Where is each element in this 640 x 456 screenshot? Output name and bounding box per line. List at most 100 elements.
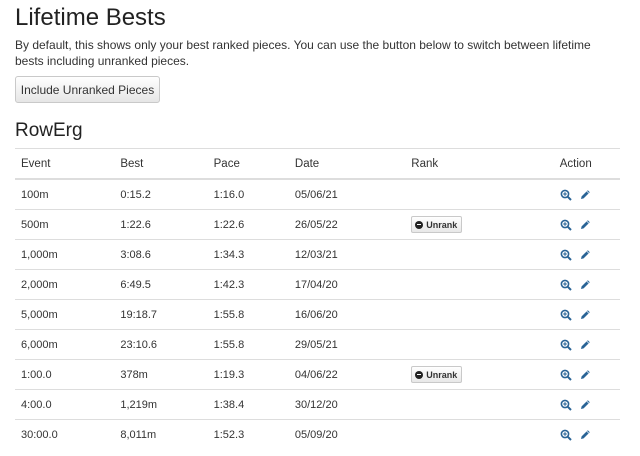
zoom-in-icon[interactable] [560, 339, 572, 351]
table-row: 30:00.0 8,011m 1:52.3 05/09/20 [15, 419, 620, 449]
pencil-icon[interactable] [580, 219, 591, 230]
table-row: 100m 0:15.2 1:16.0 05/06/21 [15, 178, 620, 210]
cell-date: 12/03/21 [288, 239, 406, 270]
cell-pace: 1:38.4 [207, 389, 289, 420]
page-description: By default, this shows only your best ra… [15, 38, 591, 68]
cell-event: 30:00.0 [15, 419, 115, 449]
cell-action [553, 269, 620, 300]
zoom-in-icon[interactable] [560, 399, 572, 411]
table-body: 100m 0:15.2 1:16.0 05/06/21 500m 1:22.6 1:22.6… [15, 178, 620, 449]
cell-date: 30/12/20 [288, 389, 406, 420]
zoom-in-icon[interactable] [560, 369, 572, 381]
cell-event: 2,000m [15, 269, 115, 300]
header-pace: Pace [207, 148, 289, 180]
pencil-icon[interactable] [580, 249, 591, 260]
section-title: RowErg [15, 120, 83, 141]
cell-action [553, 359, 620, 390]
cell-best: 378m [114, 359, 208, 390]
pencil-icon[interactable] [580, 279, 591, 290]
cell-pace: 1:19.3 [207, 359, 289, 390]
cell-date: 17/04/20 [288, 269, 406, 300]
table-header-row: Event Best Pace Date Rank Action [15, 148, 620, 180]
lifetime-bests-table: Event Best Pace Date Rank Action 100m 0:1… [15, 148, 620, 449]
header-rank: Rank [405, 148, 554, 180]
zoom-in-icon[interactable] [560, 249, 572, 261]
table-row: 2,000m 6:49.5 1:42.3 17/04/20 [15, 269, 620, 300]
cell-rank [405, 269, 554, 300]
table-row: 1,000m 3:08.6 1:34.3 12/03/21 [15, 239, 620, 270]
pencil-icon[interactable] [580, 339, 591, 350]
header-action: Action [553, 148, 620, 180]
pencil-icon[interactable] [580, 309, 591, 320]
header-event: Event [15, 148, 115, 180]
cell-action [553, 178, 620, 210]
cell-date: 04/06/22 [288, 359, 406, 390]
cell-best: 1,219m [114, 389, 208, 420]
cell-pace: 1:16.0 [207, 178, 289, 210]
zoom-in-icon[interactable] [560, 279, 572, 291]
cell-rank [405, 299, 554, 330]
cell-event: 500m [15, 209, 115, 240]
cell-rank [405, 419, 554, 449]
cell-date: 05/06/21 [288, 178, 406, 210]
cell-best: 0:15.2 [114, 178, 208, 210]
zoom-in-icon[interactable] [560, 189, 572, 201]
table-row: 5,000m 19:18.7 1:55.8 16/06/20 [15, 299, 620, 330]
cell-date: 05/09/20 [288, 419, 406, 449]
cell-pace: 1:55.8 [207, 329, 289, 360]
cell-best: 23:10.6 [114, 329, 208, 360]
cell-event: 100m [15, 178, 115, 210]
page: Lifetime Bests By default, this shows on… [0, 0, 640, 456]
table-row: 1:00.0 378m 1:19.3 04/06/22 Unrank [15, 359, 620, 390]
cell-action [553, 209, 620, 240]
cell-action [553, 239, 620, 270]
unrank-label: Unrank [426, 219, 458, 230]
table-row: 500m 1:22.6 1:22.6 26/05/22 Unrank [15, 209, 620, 240]
cell-event: 1,000m [15, 239, 115, 270]
cell-action [553, 389, 620, 420]
cell-pace: 1:34.3 [207, 239, 289, 270]
table-row: 4:00.0 1,219m 1:38.4 30/12/20 [15, 389, 620, 420]
zoom-in-icon[interactable] [560, 309, 572, 321]
cell-pace: 1:42.3 [207, 269, 289, 300]
cell-event: 4:00.0 [15, 389, 115, 420]
cell-rank: Unrank [405, 209, 554, 240]
cell-pace: 1:22.6 [207, 209, 289, 240]
cell-event: 5,000m [15, 299, 115, 330]
table-row: 6,000m 23:10.6 1:55.8 29/05/21 [15, 329, 620, 360]
cell-rank [405, 239, 554, 270]
cell-date: 29/05/21 [288, 329, 406, 360]
unrank-button[interactable]: Unrank [411, 366, 463, 383]
pencil-icon[interactable] [580, 399, 591, 410]
unrank-label: Unrank [426, 369, 458, 380]
minus-circle-icon [415, 220, 424, 229]
cell-best: 6:49.5 [114, 269, 208, 300]
cell-rank [405, 178, 554, 210]
cell-pace: 1:55.8 [207, 299, 289, 330]
cell-action [553, 419, 620, 449]
cell-best: 1:22.6 [114, 209, 208, 240]
cell-rank: Unrank [405, 359, 554, 390]
cell-action [553, 299, 620, 330]
include-unranked-button[interactable]: Include Unranked Pieces [15, 76, 160, 103]
header-best: Best [114, 148, 208, 180]
cell-event: 6,000m [15, 329, 115, 360]
cell-best: 19:18.7 [114, 299, 208, 330]
zoom-in-icon[interactable] [560, 219, 572, 231]
header-date: Date [288, 148, 406, 180]
cell-best: 3:08.6 [114, 239, 208, 270]
cell-rank [405, 389, 554, 420]
cell-best: 8,011m [114, 419, 208, 449]
pencil-icon[interactable] [580, 189, 591, 200]
pencil-icon[interactable] [580, 369, 591, 380]
page-title: Lifetime Bests [15, 4, 166, 31]
unrank-button[interactable]: Unrank [411, 216, 463, 233]
cell-pace: 1:52.3 [207, 419, 289, 449]
cell-action [553, 329, 620, 360]
pencil-icon[interactable] [580, 429, 591, 440]
zoom-in-icon[interactable] [560, 429, 572, 441]
minus-circle-icon [415, 370, 424, 379]
cell-event: 1:00.0 [15, 359, 115, 390]
cell-rank [405, 329, 554, 360]
cell-date: 16/06/20 [288, 299, 406, 330]
